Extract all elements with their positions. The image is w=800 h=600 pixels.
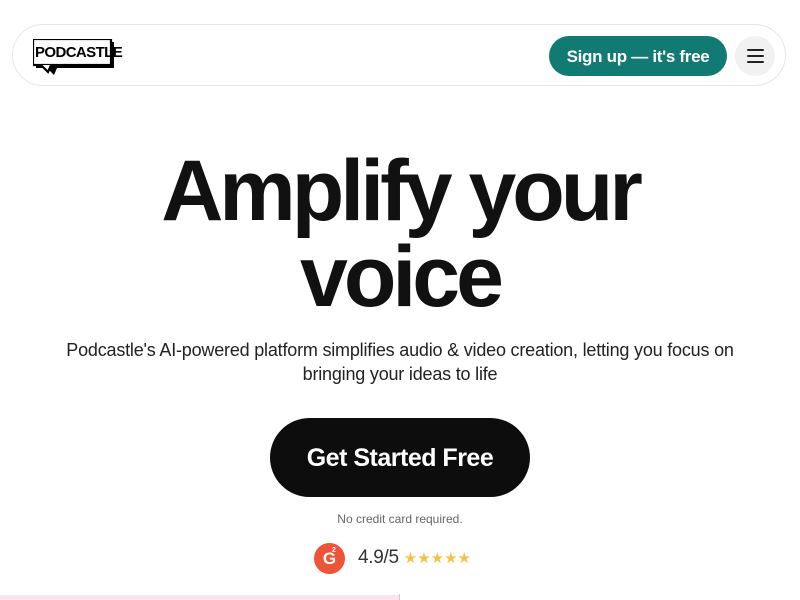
- signup-button[interactable]: Sign up — it's free: [549, 36, 727, 76]
- logo-wordmark: PODCASTLE: [35, 44, 123, 61]
- bottom-preview-strip: [0, 595, 400, 600]
- top-navbar: PODCASTLE Sign up — it's free: [12, 24, 786, 86]
- hamburger-menu-button[interactable]: [735, 36, 775, 76]
- headline-line-1: Amplify your: [161, 143, 643, 239]
- g2-letter: G: [322, 548, 337, 568]
- get-started-button[interactable]: Get Started Free: [270, 418, 530, 497]
- hero-headline: Amplify your voice: [0, 148, 800, 320]
- hero-subtitle: Podcastle's AI-powered platform simplifi…: [66, 340, 734, 384]
- podcastle-logo[interactable]: PODCASTLE: [33, 39, 123, 77]
- g2-superscript: 2: [332, 546, 336, 554]
- headline-line-2: voice: [300, 229, 504, 325]
- g2-rating[interactable]: G 2 4.9/5 ★★★★★: [314, 542, 472, 574]
- star-rating: ★★★★★: [403, 548, 472, 567]
- hamburger-icon-line: [747, 55, 764, 57]
- hamburger-icon-line: [747, 61, 764, 63]
- no-credit-card-note: No credit card required.: [337, 512, 463, 526]
- star-icon: ★★★★★: [403, 548, 472, 567]
- g2-icon: G 2: [314, 542, 345, 574]
- rating-value: 4.9/5: [358, 547, 399, 568]
- hamburger-icon: [747, 49, 764, 51]
- bottom-preview-strip-edge: [399, 594, 400, 600]
